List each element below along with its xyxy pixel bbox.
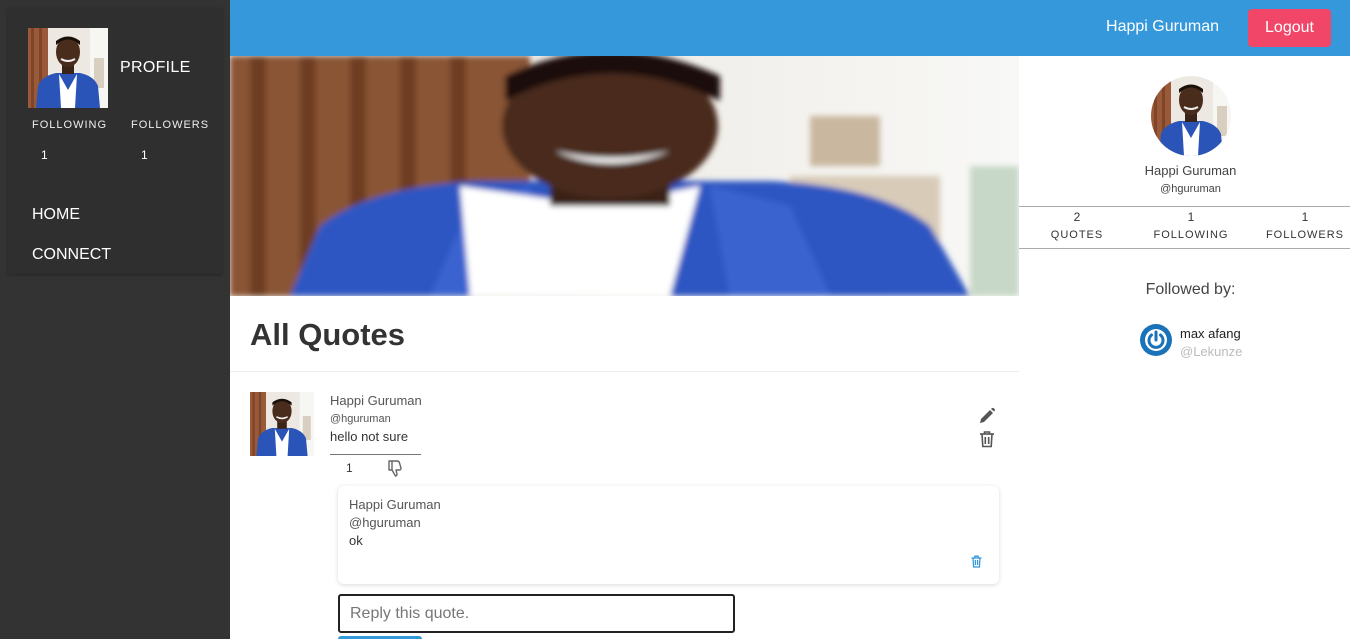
- reply-text: ok: [349, 533, 363, 548]
- profile-link[interactable]: PROFILE: [120, 59, 191, 77]
- stat-quotes[interactable]: 2 QUOTES: [1022, 207, 1132, 241]
- avatar[interactable]: [28, 28, 108, 108]
- stat-following[interactable]: 1 FOLLOWING: [1136, 207, 1246, 241]
- reply-author-handle: @hguruman: [349, 515, 421, 530]
- trash-icon[interactable]: [979, 430, 995, 448]
- profile-stats: 2 QUOTES 1 FOLLOWING 1 FOLLOWERS: [1019, 206, 1350, 249]
- top-navbar: Happi Guruman Logout: [230, 0, 1350, 56]
- nav-home[interactable]: HOME: [32, 206, 80, 224]
- sidebar-profile-card: PROFILE FOLLOWING FOLLOWERS 1 1 HOME CON…: [8, 8, 222, 274]
- cover-photo: [230, 56, 1019, 296]
- sidebar: PROFILE FOLLOWING FOLLOWERS 1 1 HOME CON…: [0, 0, 230, 639]
- following-count: 1: [41, 148, 48, 162]
- reply-author-name[interactable]: Happi Guruman: [349, 497, 441, 512]
- followed-by-heading: Followed by:: [1145, 281, 1236, 298]
- profile-name: Happi Guruman: [1144, 163, 1237, 178]
- stat-quotes-label: QUOTES: [1050, 229, 1104, 241]
- following-label: FOLLOWING: [32, 119, 108, 131]
- quote-divider: [330, 454, 421, 455]
- quotes-header: All Quotes: [230, 296, 1019, 372]
- follower-handle: @Lekunze: [1180, 344, 1243, 359]
- profile-handle: @hguruman: [1160, 183, 1221, 195]
- reply-input[interactable]: [338, 594, 735, 633]
- quote-text: hello not sure: [330, 429, 409, 444]
- follower-name[interactable]: max afang: [1180, 326, 1241, 341]
- profile-avatar[interactable]: [1151, 76, 1231, 156]
- page-title: All Quotes: [250, 317, 406, 352]
- profile-summary-panel: Happi Guruman @hguruman 2 QUOTES 1 FOLLO…: [1019, 56, 1350, 639]
- current-user-name[interactable]: Happi Guruman: [1106, 18, 1219, 36]
- quote-author-avatar[interactable]: [250, 392, 314, 456]
- quote-author-name[interactable]: Happi Guruman: [330, 393, 422, 408]
- power-icon[interactable]: [1140, 324, 1172, 356]
- stat-followers-value: 1: [1301, 210, 1309, 224]
- stat-followers-label: FOLLOWERS: [1265, 229, 1345, 241]
- main-content: All Quotes Happi Guruman @hguruman hello…: [230, 56, 1019, 639]
- stat-quotes-value: 2: [1073, 210, 1081, 224]
- thumbs-down-icon[interactable]: [386, 458, 406, 478]
- quote-like-count: 1: [346, 461, 353, 475]
- reply-card: Happi Guruman @hguruman ok: [338, 486, 999, 584]
- quote-author-handle: @hguruman: [330, 413, 391, 425]
- followers-label: FOLLOWERS: [131, 119, 210, 131]
- followers-count: 1: [141, 148, 148, 162]
- pencil-icon[interactable]: [978, 407, 996, 425]
- nav-connect[interactable]: CONNECT: [32, 246, 111, 264]
- stat-following-value: 1: [1187, 210, 1195, 224]
- reply-trash-icon[interactable]: [971, 555, 982, 568]
- stat-following-label: FOLLOWING: [1153, 229, 1229, 241]
- stat-followers[interactable]: 1 FOLLOWERS: [1250, 207, 1350, 241]
- logout-button[interactable]: Logout: [1248, 9, 1331, 47]
